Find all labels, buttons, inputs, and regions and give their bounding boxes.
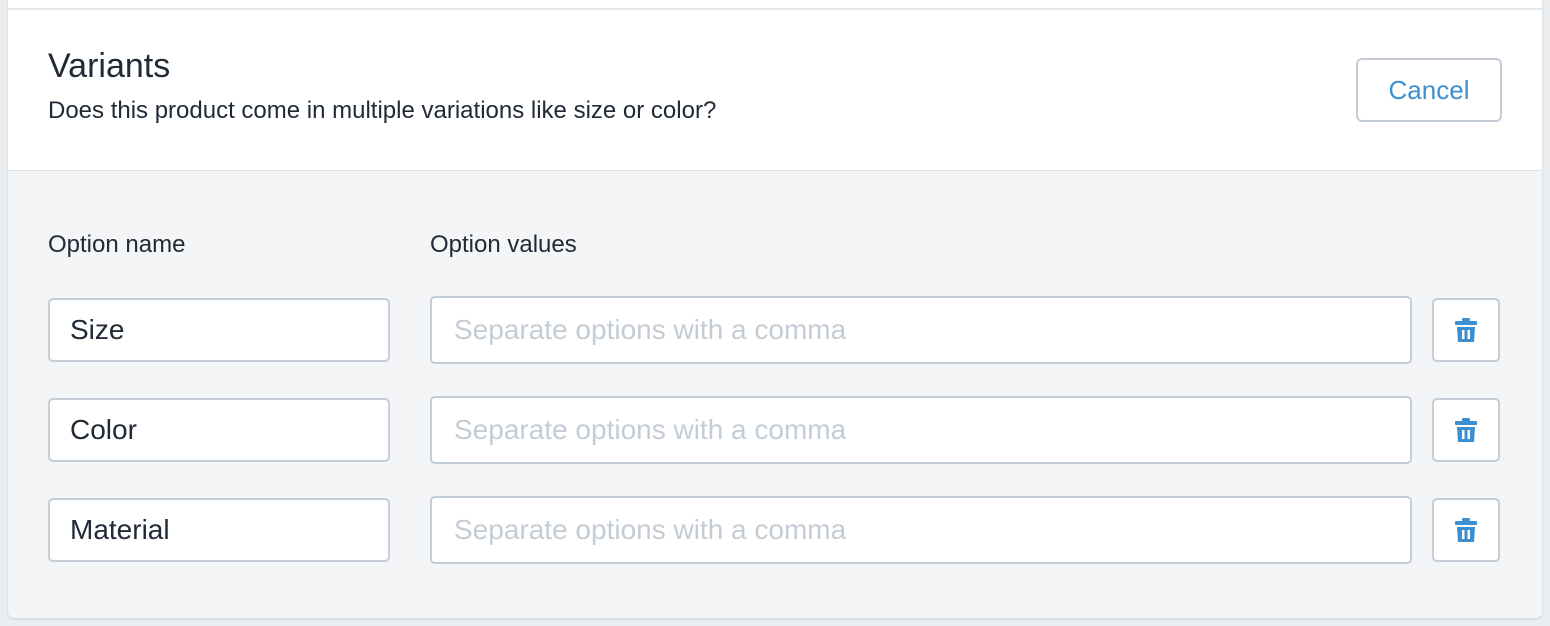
option-values-input-color[interactable]: [430, 396, 1412, 464]
option-name-input-size[interactable]: [48, 298, 390, 362]
option-name-label: Option name: [48, 231, 186, 258]
delete-option-button-material[interactable]: [1432, 498, 1500, 562]
trash-icon: [1455, 418, 1477, 442]
trash-icon: [1455, 518, 1477, 542]
section-description: Does this product come in multiple varia…: [48, 97, 717, 124]
section-title: Variants: [48, 47, 171, 85]
variants-header: Variants Does this product come in multi…: [8, 10, 1542, 171]
previous-card-edge: [8, 0, 1542, 10]
option-values-label: Option values: [430, 231, 577, 258]
cancel-button[interactable]: Cancel: [1356, 58, 1502, 122]
option-values-input-material[interactable]: [430, 496, 1412, 564]
option-values-input-size[interactable]: [430, 296, 1412, 364]
delete-option-button-size[interactable]: [1432, 298, 1500, 362]
trash-icon: [1455, 318, 1477, 342]
option-name-input-color[interactable]: [48, 398, 390, 462]
variants-card: Variants Does this product come in multi…: [8, 0, 1542, 618]
option-name-input-material[interactable]: [48, 498, 390, 562]
delete-option-button-color[interactable]: [1432, 398, 1500, 462]
